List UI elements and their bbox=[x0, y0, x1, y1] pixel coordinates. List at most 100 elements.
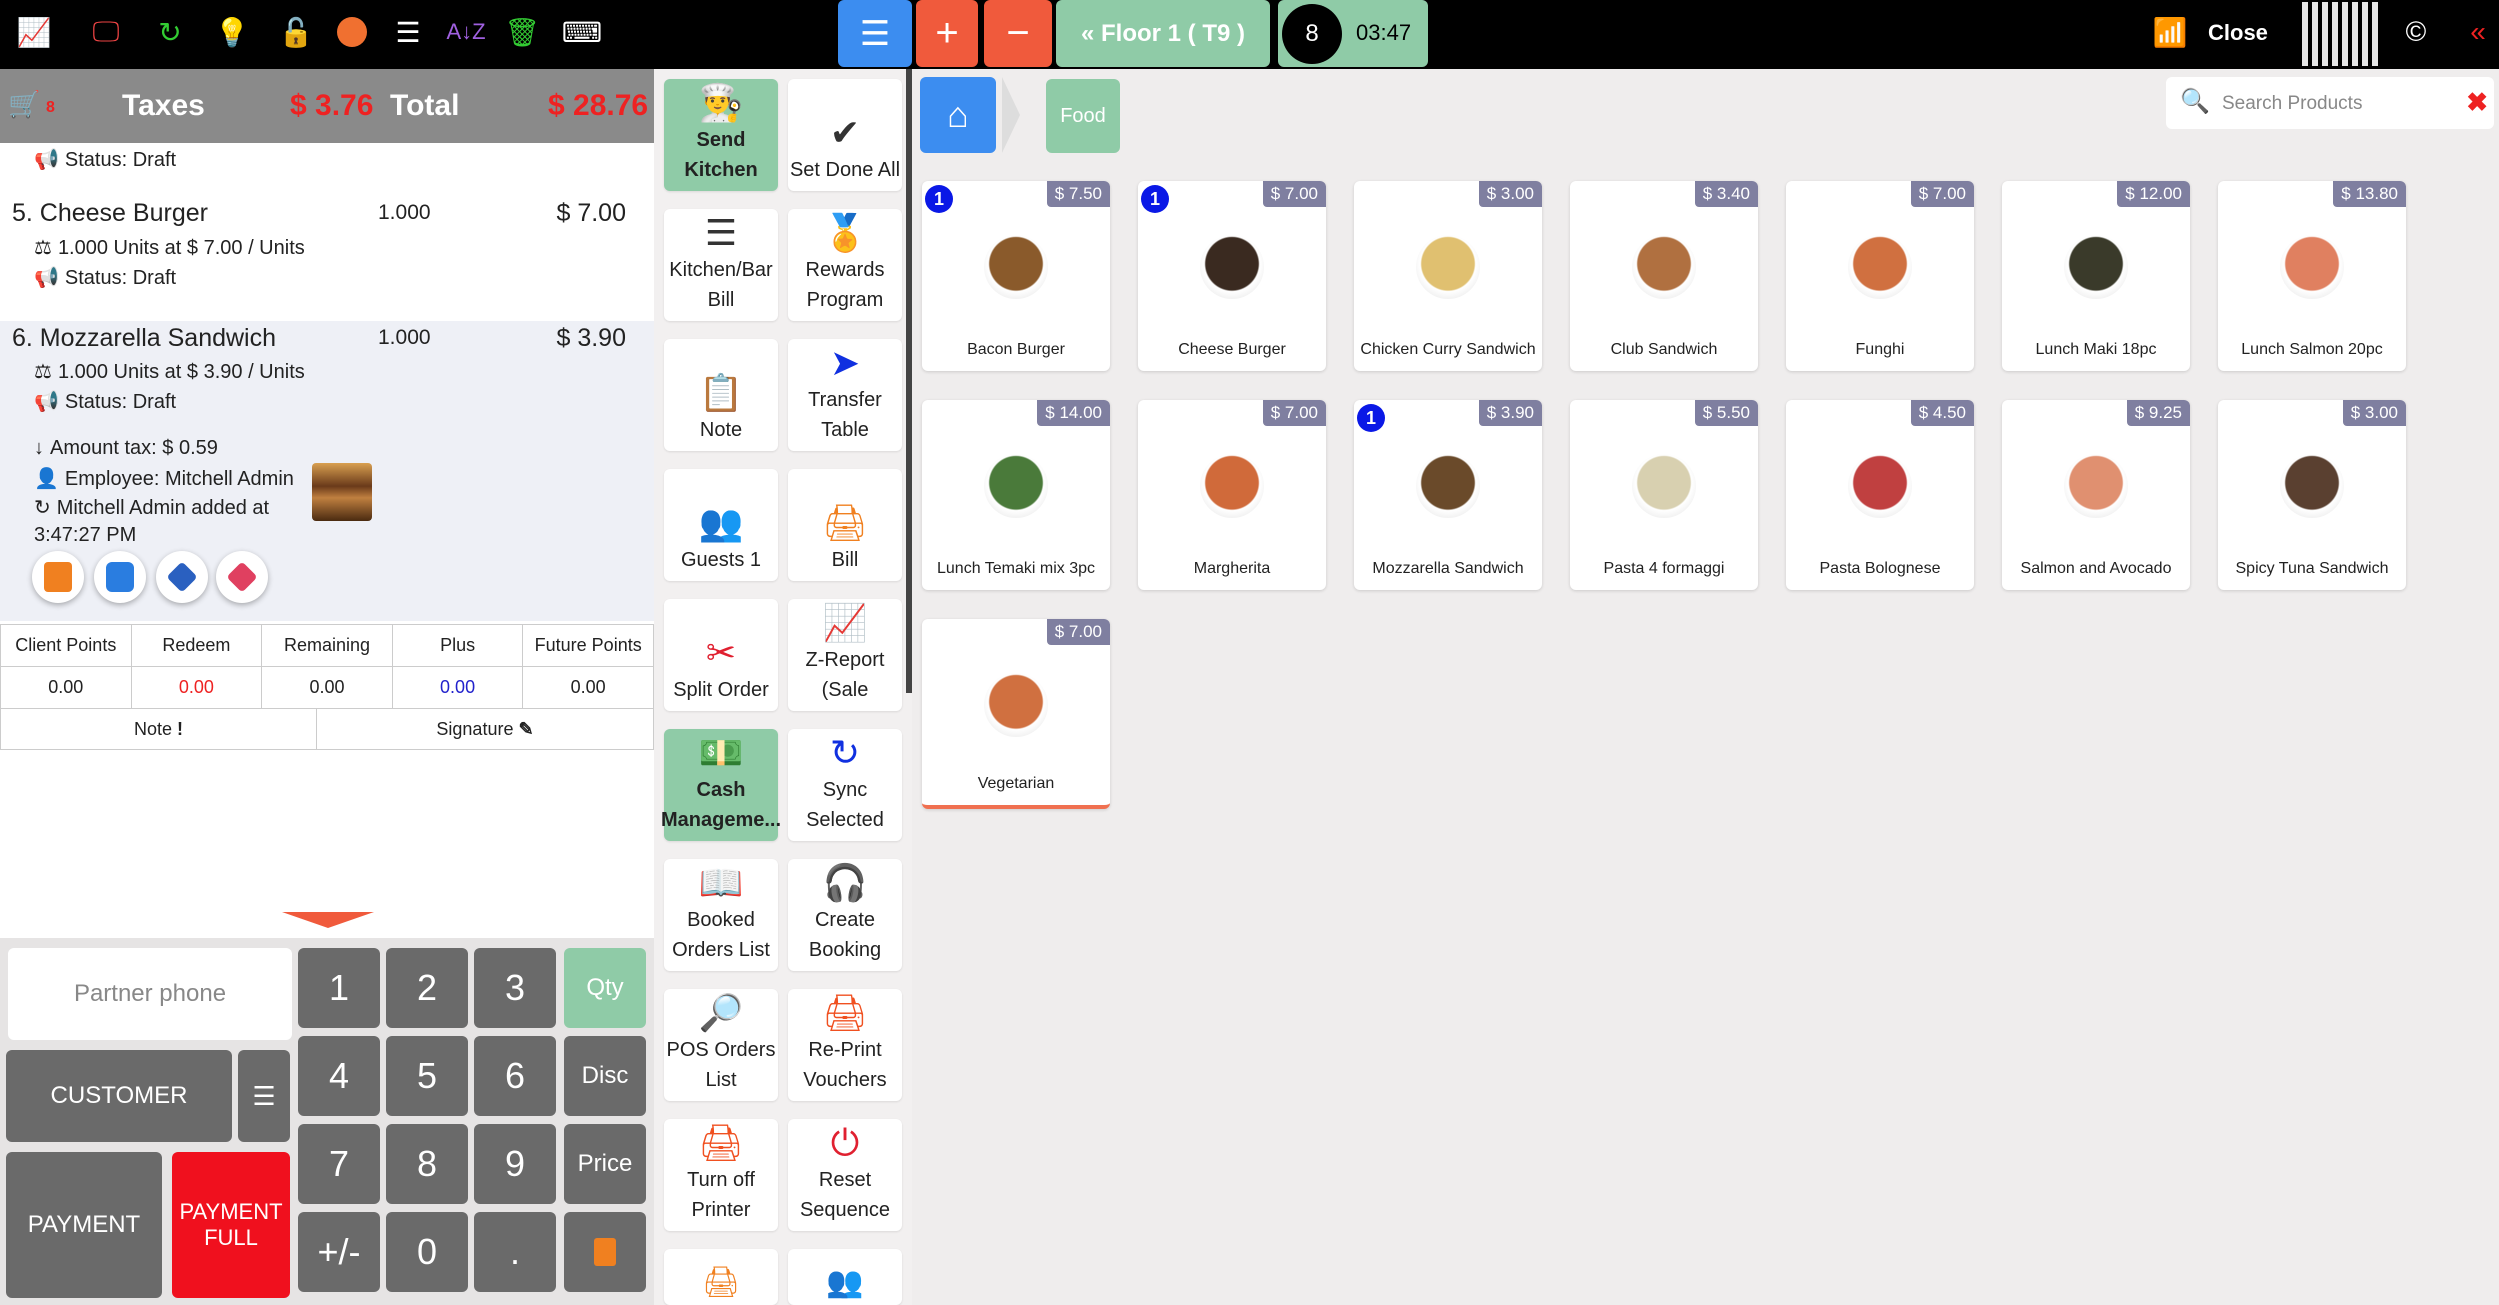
collapse-icon[interactable]: « bbox=[2458, 12, 2498, 52]
future-points-value: 0.00 bbox=[522, 666, 654, 709]
unlock-icon[interactable]: 🔓 bbox=[276, 12, 316, 52]
product-image bbox=[1416, 454, 1480, 518]
product-card[interactable]: $ 3.90 Mozzarella Sandwich 1 bbox=[1354, 400, 1542, 590]
set-done-all-button[interactable]: ✔ Set Done All bbox=[788, 79, 902, 191]
product-image bbox=[1200, 235, 1264, 299]
print-bill-button[interactable]: 🖨 bbox=[664, 1249, 778, 1305]
key-0[interactable]: 0 bbox=[386, 1212, 468, 1292]
note-button[interactable]: 📋 Note bbox=[664, 339, 778, 451]
trash-icon[interactable]: 🗑 bbox=[502, 12, 542, 52]
guests-1-button[interactable]: 👥 Guests 1 bbox=[664, 469, 778, 581]
payment-full-button[interactable]: PAYMENT FULL bbox=[172, 1152, 290, 1298]
product-card[interactable]: $ 13.80 Lunch Salmon 20pc bbox=[2218, 181, 2406, 371]
key-3[interactable]: 3 bbox=[474, 948, 556, 1028]
dashboard-icon[interactable]: 📈 bbox=[14, 12, 54, 52]
key-8[interactable]: 8 bbox=[386, 1124, 468, 1204]
product-card[interactable]: $ 4.50 Pasta Bolognese bbox=[1786, 400, 1974, 590]
partner-phone-input[interactable]: Partner phone bbox=[8, 948, 292, 1040]
backspace-button[interactable] bbox=[564, 1212, 646, 1292]
create-booking-button[interactable]: 🎧 Create Booking bbox=[788, 859, 902, 971]
add-order-button[interactable]: + bbox=[916, 0, 978, 67]
key-1[interactable]: 1 bbox=[298, 948, 380, 1028]
key-9[interactable]: 9 bbox=[474, 1124, 556, 1204]
sync-selected-button[interactable]: ↻ Sync Selected bbox=[788, 729, 902, 841]
cash-manageme-button[interactable]: 💵 Cash Manageme... bbox=[661, 729, 781, 841]
transfer-table-button[interactable]: ➤ Transfer Table bbox=[788, 339, 902, 451]
pos-orders-list-button[interactable]: 🔎 POS Orders List bbox=[664, 989, 778, 1101]
customer-list-icon[interactable]: ☰ bbox=[238, 1050, 290, 1142]
re-print-vouchers-button[interactable]: 🖨 Re-Print Vouchers bbox=[788, 989, 902, 1101]
product-name: Salmon and Avocado bbox=[2020, 560, 2172, 577]
close-button[interactable]: Close bbox=[2208, 20, 2268, 46]
product-card[interactable]: $ 3.00 Chicken Curry Sandwich bbox=[1354, 181, 1542, 371]
z-report-sale-button[interactable]: 📈 Z-Report (Sale bbox=[788, 599, 902, 711]
key-2[interactable]: 2 bbox=[386, 948, 468, 1028]
disc-mode-button[interactable]: Disc bbox=[564, 1036, 646, 1116]
product-card[interactable]: $ 7.50 Bacon Burger 1 bbox=[922, 181, 1110, 371]
reset-sequence-button[interactable]: ⏻ Reset Sequence bbox=[788, 1119, 902, 1231]
booked-orders-list-button[interactable]: 📖 Booked Orders List bbox=[664, 859, 778, 971]
key-dot[interactable]: . bbox=[474, 1212, 556, 1292]
product-card[interactable]: $ 12.00 Lunch Maki 18pc bbox=[2002, 181, 2190, 371]
key-4[interactable]: 4 bbox=[298, 1036, 380, 1116]
floor-button[interactable]: « Floor 1 ( T9 ) bbox=[1056, 0, 1270, 67]
price-mode-button[interactable]: Price bbox=[564, 1124, 646, 1204]
product-name: Lunch Maki 18pc bbox=[2035, 341, 2157, 358]
product-name: Club Sandwich bbox=[1610, 341, 1718, 358]
discount-tag-icon bbox=[226, 561, 258, 593]
product-card[interactable]: $ 3.40 Club Sandwich bbox=[1570, 181, 1758, 371]
remove-order-button[interactable]: − bbox=[984, 0, 1052, 67]
turn-off-printer-button[interactable]: 🖨 Turn off Printer bbox=[664, 1119, 778, 1231]
product-card[interactable]: $ 7.00 Vegetarian bbox=[922, 619, 1110, 809]
product-card[interactable]: $ 3.00 Spicy Tuna Sandwich bbox=[2218, 400, 2406, 590]
key-plus-minus[interactable]: +/- bbox=[298, 1212, 380, 1292]
printer-icon[interactable] bbox=[332, 12, 372, 52]
total-value: $ 28.76 bbox=[548, 89, 649, 122]
product-card[interactable]: $ 7.00 Funghi bbox=[1786, 181, 1974, 371]
search-input[interactable]: Search Products bbox=[2222, 93, 2362, 115]
bill-button[interactable]: 🖨 Bill bbox=[788, 469, 902, 581]
control-label: Set Done All bbox=[789, 159, 901, 181]
list-view-icon[interactable]: ☰ bbox=[388, 12, 428, 52]
product-card[interactable]: $ 7.00 Cheese Burger 1 bbox=[1138, 181, 1326, 371]
refresh-icon[interactable]: ↻ bbox=[150, 12, 190, 52]
key-6[interactable]: 6 bbox=[474, 1036, 556, 1116]
qty-mode-button[interactable]: Qty bbox=[564, 948, 646, 1028]
line-note-button[interactable] bbox=[94, 551, 146, 603]
lightbulb-icon[interactable]: 💡 bbox=[212, 12, 252, 52]
note-button[interactable]: Note ! bbox=[1, 709, 317, 749]
kitchen-bar-bill-button[interactable]: ☰ Kitchen/Bar Bill bbox=[664, 209, 778, 321]
line-tag-button[interactable] bbox=[156, 551, 208, 603]
order-list-button[interactable]: ☰ bbox=[838, 0, 912, 67]
product-name: Pasta 4 formaggi bbox=[1603, 560, 1725, 577]
search-box[interactable]: 🔍 Search Products ✖ bbox=[2166, 77, 2494, 129]
split-order-button[interactable]: ✂ Split Order bbox=[664, 599, 778, 711]
breadcrumb-food[interactable]: Food bbox=[1046, 79, 1120, 153]
product-name: Lunch Salmon 20pc bbox=[2241, 341, 2383, 358]
copyright-icon[interactable]: © bbox=[2396, 12, 2436, 52]
order-line-selected[interactable]: 6. Mozzarella Sandwich 1.000 $ 3.90 ⚖ 1.0… bbox=[0, 321, 654, 621]
product-card[interactable]: $ 7.00 Margherita bbox=[1138, 400, 1326, 590]
product-price: $ 3.90 bbox=[1478, 400, 1542, 426]
clear-search-icon[interactable]: ✖ bbox=[2466, 87, 2488, 118]
line-discount-button[interactable] bbox=[216, 551, 268, 603]
home-button[interactable]: ⌂ bbox=[920, 77, 996, 153]
screen-icon[interactable]: 🖵 bbox=[86, 12, 126, 52]
key-5[interactable]: 5 bbox=[386, 1036, 468, 1116]
users-button[interactable]: 👥 bbox=[788, 1249, 902, 1305]
send-kitchen-button[interactable]: 👨‍🍳 Send Kitchen bbox=[664, 79, 778, 191]
line-units: ⚖ 1.000 Units at $ 3.90 / Units bbox=[34, 361, 305, 383]
keyboard-icon[interactable]: ⌨ bbox=[562, 12, 602, 52]
signature-button[interactable]: Signature ✎ bbox=[317, 709, 653, 749]
key-7[interactable]: 7 bbox=[298, 1124, 380, 1204]
sort-az-icon[interactable]: A↓Z bbox=[446, 12, 486, 52]
product-card[interactable]: $ 9.25 Salmon and Avocado bbox=[2002, 400, 2190, 590]
remove-line-button[interactable] bbox=[32, 551, 84, 603]
product-card[interactable]: $ 5.50 Pasta 4 formaggi bbox=[1570, 400, 1758, 590]
payment-button[interactable]: PAYMENT bbox=[6, 1152, 162, 1298]
rewards-program-button[interactable]: 🏅 Rewards Program bbox=[788, 209, 902, 321]
product-card[interactable]: $ 14.00 Lunch Temaki mix 3pc bbox=[922, 400, 1110, 590]
collapse-arrow-icon[interactable] bbox=[282, 912, 374, 928]
floor-label: Floor 1 ( T9 ) bbox=[1101, 19, 1245, 47]
customer-button[interactable]: CUSTOMER bbox=[6, 1050, 232, 1142]
